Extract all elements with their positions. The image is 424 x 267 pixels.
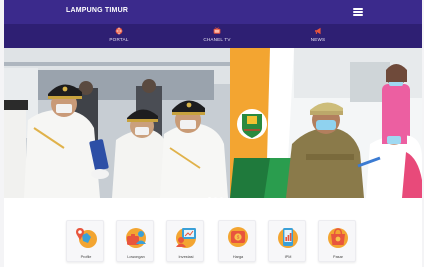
hero-slider[interactable] <box>4 48 422 198</box>
tv-icon <box>213 27 221 34</box>
phone-chart-icon <box>278 228 298 248</box>
tile-label: Lowongan <box>127 255 145 259</box>
slider-dot[interactable] <box>208 197 211 198</box>
nav-item-portal[interactable]: PORTAL <box>89 27 149 47</box>
nav-item-label: NEWS <box>310 37 326 42</box>
tile-pasar[interactable]: Pasar <box>318 220 356 262</box>
slider-dot[interactable] <box>214 197 217 198</box>
nav-item-label: PORTAL <box>109 37 129 42</box>
price-coins-icon: $ <box>228 227 248 247</box>
tile-label: Harga <box>232 255 244 259</box>
svg-text:$: $ <box>237 235 240 240</box>
nav-bar: PORTAL CHANEL TV NEWS <box>4 24 422 48</box>
vaccination-banner <box>230 48 422 198</box>
hamburger-menu-icon[interactable] <box>353 8 363 16</box>
briefcase-person-icon <box>126 228 146 248</box>
tile-label: Pasar <box>333 255 343 259</box>
tile-harga[interactable]: $ Harga <box>218 220 256 262</box>
top-bar: LAMPUNG TIMUR <box>4 0 422 24</box>
investment-icon <box>176 228 196 248</box>
tile-investasi[interactable]: Investasi <box>166 220 204 262</box>
tile-profile[interactable]: Profile <box>66 220 104 262</box>
tile-label: IPM <box>284 255 292 259</box>
officials-inauguration-photo <box>4 48 230 198</box>
tile-lowongan[interactable]: Lowongan <box>116 220 154 262</box>
globe-icon <box>115 27 123 35</box>
market-bag-icon <box>328 228 348 248</box>
site-title[interactable]: LAMPUNG TIMUR <box>66 7 128 14</box>
tile-label: Profile <box>80 255 92 259</box>
tile-label: Investasi <box>178 255 194 259</box>
nav-item-label: CHANEL TV <box>203 37 231 42</box>
tile-ipm[interactable]: IPM <box>268 220 306 262</box>
app-frame: LAMPUNG TIMUR PORTAL CHANEL TV NEWS Prof… <box>4 0 422 267</box>
slider-dot[interactable] <box>220 197 223 198</box>
map-pin-icon <box>76 228 97 248</box>
megaphone-icon <box>314 27 321 35</box>
nav-item-news[interactable]: NEWS <box>288 27 348 47</box>
nav-item-chanel-tv[interactable]: CHANEL TV <box>187 27 247 47</box>
service-tiles: Profile Lowongan Investasi $ Harga IPM P… <box>66 220 376 264</box>
slider-dots <box>208 187 226 198</box>
